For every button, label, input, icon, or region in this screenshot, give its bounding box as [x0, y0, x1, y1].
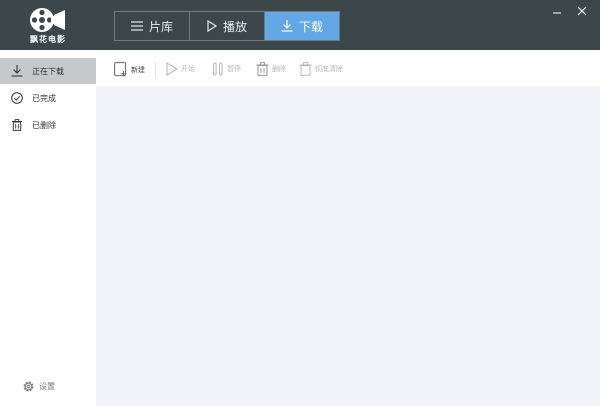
- app-name: 飘花电影: [30, 35, 66, 44]
- sidebar-item-label: 正在下载: [32, 66, 64, 76]
- trash-outline-icon: [299, 62, 312, 76]
- new-task-button[interactable]: 新建: [114, 62, 145, 77]
- tab-play[interactable]: 播放: [190, 12, 265, 40]
- minimize-icon: [553, 12, 561, 14]
- tab-play-label: 播放: [222, 19, 247, 34]
- tab-library-label: 片库: [148, 19, 173, 34]
- download-icon: [11, 65, 23, 77]
- list-icon: [130, 21, 143, 31]
- gear-icon: [23, 381, 34, 392]
- clear-label: 彻底清除: [315, 65, 343, 73]
- settings-label: 设置: [39, 382, 55, 391]
- title-bar: 飘花电影 片库 播放 下载: [0, 0, 600, 50]
- start-label: 开始: [181, 65, 195, 73]
- clear-button[interactable]: 彻底清除: [299, 62, 343, 76]
- tab-download[interactable]: 下载: [265, 12, 339, 40]
- close-icon: [577, 6, 587, 16]
- sidebar: 正在下载 已完成 已删除 设置: [0, 50, 96, 406]
- pause-label: 暂停: [227, 65, 241, 73]
- settings-button[interactable]: 设置: [22, 380, 55, 393]
- toolbar-divider: [155, 62, 156, 78]
- main-tabs: 片库 播放 下载: [114, 11, 340, 41]
- trash-icon: [12, 119, 22, 131]
- minimize-button[interactable]: [549, 4, 565, 18]
- check-circle-icon: [11, 92, 23, 104]
- sidebar-item-downloading[interactable]: 正在下载: [0, 58, 96, 84]
- new-task-label: 新建: [131, 65, 145, 74]
- toolbar: 新建 开始 暂停 删除 彻底清除: [96, 50, 600, 86]
- tab-library[interactable]: 片库: [115, 12, 190, 40]
- close-button[interactable]: [574, 4, 590, 18]
- new-file-icon: [114, 62, 127, 77]
- play-icon: [207, 20, 217, 32]
- play-icon: [166, 62, 178, 76]
- film-reel-icon: [30, 8, 65, 32]
- pause-button[interactable]: 暂停: [212, 62, 241, 76]
- sidebar-item-deleted[interactable]: 已删除: [0, 112, 96, 138]
- sidebar-item-label: 已删除: [32, 120, 56, 130]
- sidebar-item-label: 已完成: [32, 93, 56, 103]
- delete-button[interactable]: 删除: [256, 62, 286, 76]
- tab-download-label: 下载: [298, 19, 323, 34]
- start-button[interactable]: 开始: [166, 62, 195, 76]
- sidebar-item-completed[interactable]: 已完成: [0, 85, 96, 111]
- trash-icon: [256, 62, 269, 76]
- delete-label: 删除: [272, 65, 286, 73]
- pause-icon: [213, 62, 223, 76]
- download-list: [96, 86, 600, 406]
- download-icon: [281, 20, 293, 32]
- app-logo: 飘花电影: [0, 0, 96, 50]
